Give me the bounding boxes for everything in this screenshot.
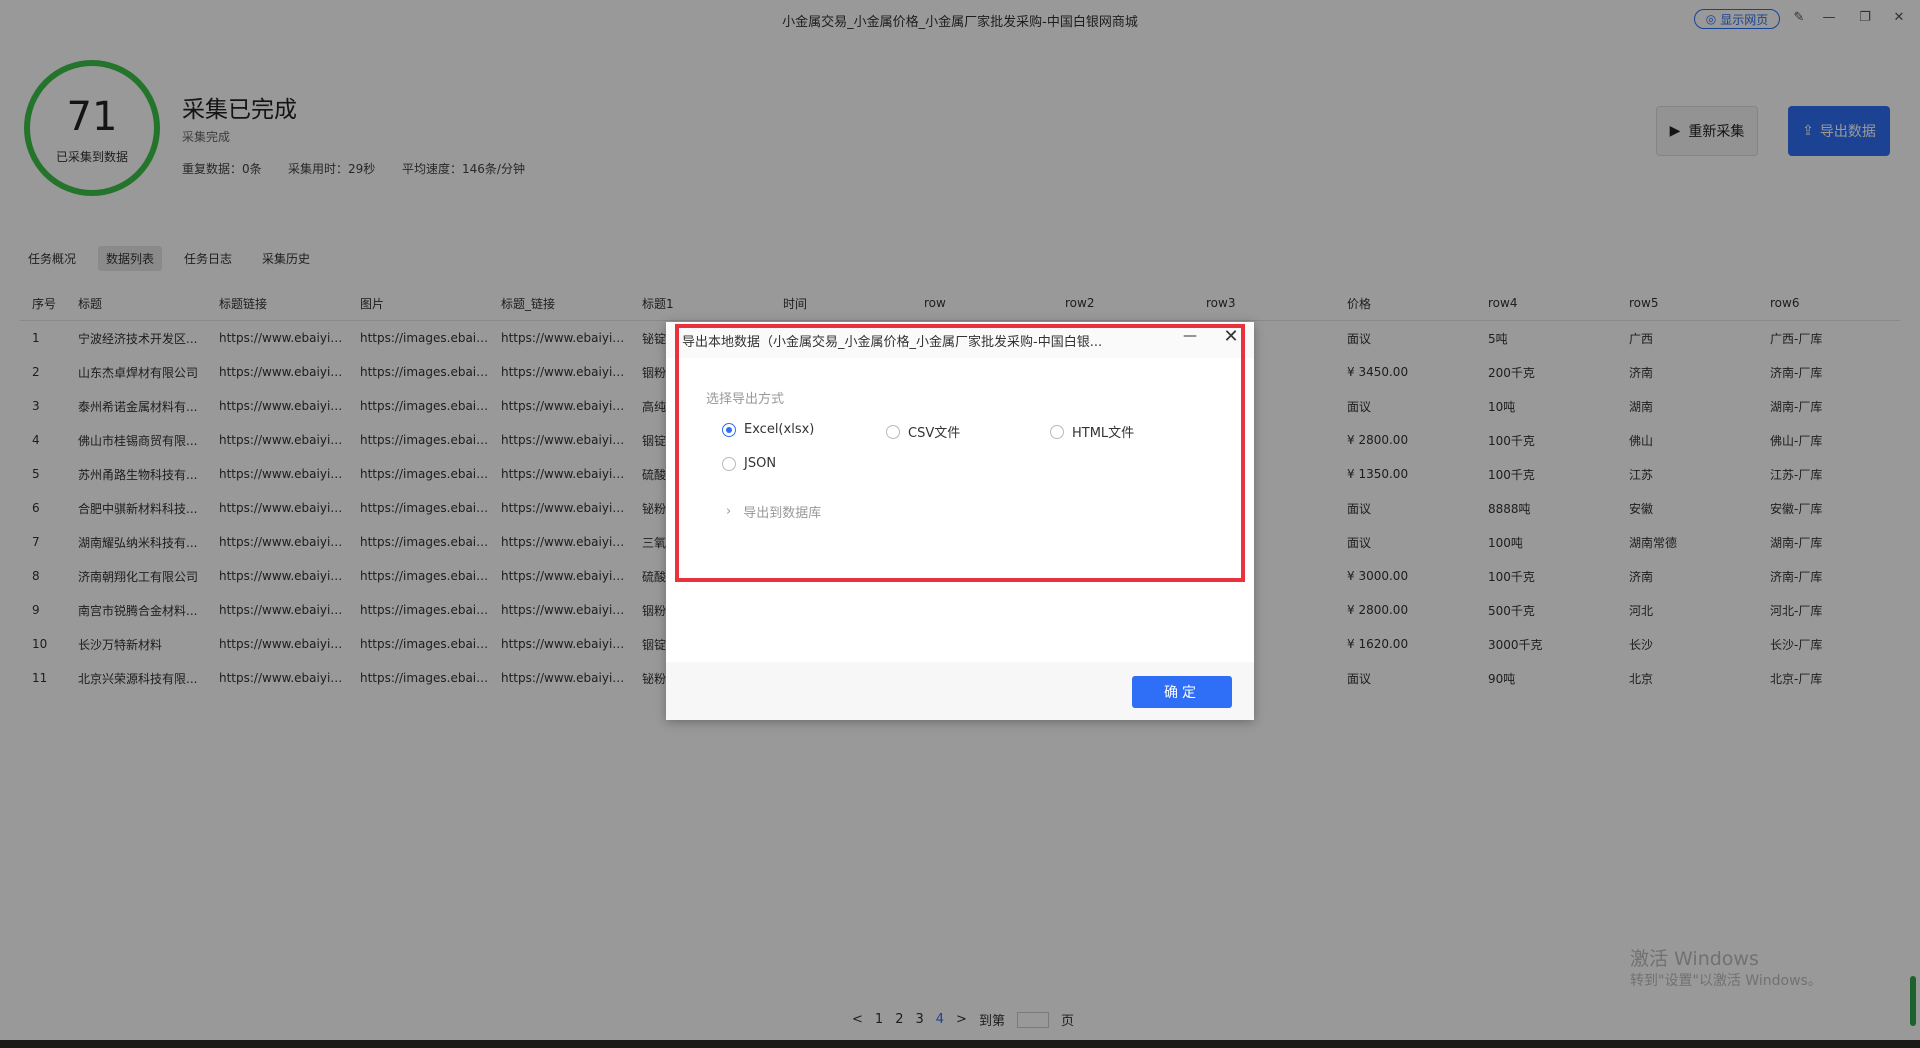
- close-icon[interactable]: ✕: [1220, 326, 1242, 348]
- option-json-label: JSON: [744, 456, 777, 471]
- confirm-button[interactable]: 确定: [1132, 676, 1232, 708]
- option-excel[interactable]: Excel(xlsx): [722, 422, 814, 437]
- dialog-title: 导出本地数据（小金属交易_小金属价格_小金属厂家批发采购-中国白银...: [682, 335, 1103, 350]
- option-excel-label: Excel(xlsx): [744, 422, 815, 437]
- minimize-icon[interactable]: —: [1180, 328, 1200, 348]
- radio-json[interactable]: [722, 456, 736, 471]
- option-json[interactable]: JSON: [722, 456, 776, 471]
- export-method-label: 选择导出方式: [706, 392, 785, 407]
- export-to-database-label: 导出到数据库: [743, 506, 822, 521]
- radio-excel[interactable]: [722, 422, 736, 437]
- dialog-header: 导出本地数据（小金属交易_小金属价格_小金属厂家批发采购-中国白银... — ✕: [666, 322, 1254, 358]
- option-html-label: HTML文件: [1072, 426, 1135, 441]
- radio-csv[interactable]: [886, 424, 900, 439]
- option-csv-label: CSV文件: [908, 426, 961, 441]
- export-to-database-toggle[interactable]: › 导出到数据库: [726, 502, 821, 521]
- radio-html[interactable]: [1050, 424, 1064, 439]
- chevron-right-icon: ›: [726, 504, 732, 519]
- option-html[interactable]: HTML文件: [1050, 422, 1134, 441]
- option-csv[interactable]: CSV文件: [886, 422, 960, 441]
- export-dialog: 导出本地数据（小金属交易_小金属价格_小金属厂家批发采购-中国白银... — ✕…: [666, 322, 1254, 720]
- dialog-footer: 确定: [666, 662, 1254, 720]
